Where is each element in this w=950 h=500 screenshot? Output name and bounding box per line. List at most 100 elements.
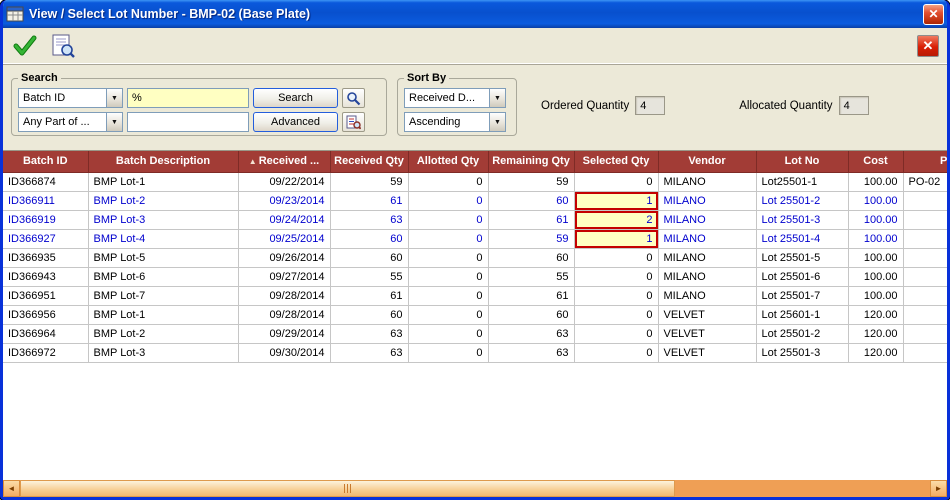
cell-remaining_qty[interactable]: 63 <box>488 324 574 343</box>
table-row[interactable]: ID366935BMP Lot-509/26/2014600600MILANOL… <box>3 248 947 267</box>
report-preview-button[interactable] <box>49 32 77 60</box>
cell-remaining_qty[interactable]: 59 <box>488 229 574 248</box>
column-header-received_qty[interactable]: Received Qty <box>330 151 408 172</box>
table-row[interactable]: ID366927BMP Lot-409/25/2014600591MILANOL… <box>3 229 947 248</box>
search-value-input-2[interactable] <box>127 112 249 132</box>
cell-po[interactable] <box>903 248 947 267</box>
cell-po[interactable] <box>903 267 947 286</box>
table-row[interactable]: ID366956BMP Lot-109/28/2014600600VELVETL… <box>3 305 947 324</box>
advanced-search-button[interactable] <box>342 112 365 132</box>
column-header-po[interactable]: PO <box>903 151 947 172</box>
table-row[interactable]: ID366972BMP Lot-309/30/2014630630VELVETL… <box>3 343 947 362</box>
cell-received_qty[interactable]: 61 <box>330 191 408 210</box>
cell-selected_qty[interactable]: 0 <box>574 305 658 324</box>
cell-received_date[interactable]: 09/27/2014 <box>238 267 330 286</box>
column-header-batch_id[interactable]: Batch ID <box>3 151 88 172</box>
table-row[interactable]: ID366911BMP Lot-209/23/2014610601MILANOL… <box>3 191 947 210</box>
cell-lot_no[interactable]: Lot 25501-6 <box>756 267 848 286</box>
cell-cost[interactable]: 100.00 <box>848 210 903 229</box>
cell-cost[interactable]: 120.00 <box>848 324 903 343</box>
cell-selected_qty[interactable]: 1 <box>574 191 658 210</box>
cell-received_qty[interactable]: 60 <box>330 305 408 324</box>
column-header-batch_desc[interactable]: Batch Description <box>88 151 238 172</box>
cell-lot_no[interactable]: Lot 25501-5 <box>756 248 848 267</box>
sort-field-combo[interactable]: Received D... ▼ <box>404 88 506 108</box>
column-header-cost[interactable]: Cost <box>848 151 903 172</box>
cell-allotted_qty[interactable]: 0 <box>408 305 488 324</box>
cell-cost[interactable]: 120.00 <box>848 305 903 324</box>
cell-selected_qty[interactable]: 0 <box>574 343 658 362</box>
cell-remaining_qty[interactable]: 55 <box>488 267 574 286</box>
cell-batch_id[interactable]: ID366964 <box>3 324 88 343</box>
cell-po[interactable] <box>903 305 947 324</box>
cell-vendor[interactable]: MILANO <box>658 191 756 210</box>
cell-received_qty[interactable]: 63 <box>330 210 408 229</box>
cell-lot_no[interactable]: Lot 25501-3 <box>756 210 848 229</box>
cell-batch_id[interactable]: ID366956 <box>3 305 88 324</box>
cell-po[interactable] <box>903 191 947 210</box>
chevron-down-icon[interactable]: ▼ <box>106 89 122 107</box>
cell-remaining_qty[interactable]: 60 <box>488 191 574 210</box>
cell-selected_qty[interactable]: 1 <box>574 229 658 248</box>
search-match-combo[interactable]: Any Part of ... ▼ <box>18 112 123 132</box>
horizontal-scrollbar[interactable]: ◄ ► <box>3 480 947 497</box>
cell-allotted_qty[interactable]: 0 <box>408 191 488 210</box>
cell-vendor[interactable]: MILANO <box>658 172 756 191</box>
cell-remaining_qty[interactable]: 60 <box>488 248 574 267</box>
column-header-selected_qty[interactable]: Selected Qty <box>574 151 658 172</box>
cell-remaining_qty[interactable]: 59 <box>488 172 574 191</box>
cell-batch_id[interactable]: ID366943 <box>3 267 88 286</box>
search-go-button[interactable] <box>342 88 365 108</box>
column-header-received_date[interactable]: ▲Received ... <box>238 151 330 172</box>
cell-po[interactable] <box>903 343 947 362</box>
column-header-remaining_qty[interactable]: Remaining Qty <box>488 151 574 172</box>
cell-batch_id[interactable]: ID366935 <box>3 248 88 267</box>
cell-cost[interactable]: 120.00 <box>848 343 903 362</box>
cell-received_qty[interactable]: 63 <box>330 343 408 362</box>
search-value-input[interactable] <box>127 88 249 108</box>
cell-received_qty[interactable]: 60 <box>330 248 408 267</box>
cell-lot_no[interactable]: Lot 25501-4 <box>756 229 848 248</box>
cell-batch_id[interactable]: ID366972 <box>3 343 88 362</box>
cell-selected_qty[interactable]: 0 <box>574 267 658 286</box>
cell-allotted_qty[interactable]: 0 <box>408 324 488 343</box>
cell-po[interactable] <box>903 229 947 248</box>
cell-received_date[interactable]: 09/23/2014 <box>238 191 330 210</box>
cancel-button[interactable]: ✕ <box>917 35 939 57</box>
scroll-right-button[interactable]: ► <box>930 480 947 497</box>
cell-selected_qty[interactable]: 2 <box>574 210 658 229</box>
cell-batch_id[interactable]: ID366919 <box>3 210 88 229</box>
cell-selected_qty[interactable]: 0 <box>574 172 658 191</box>
cell-lot_no[interactable]: Lot 25601-1 <box>756 305 848 324</box>
cell-selected_qty[interactable]: 0 <box>574 248 658 267</box>
cell-selected_qty[interactable]: 0 <box>574 286 658 305</box>
cell-lot_no[interactable]: Lot25501-1 <box>756 172 848 191</box>
column-header-allotted_qty[interactable]: Allotted Qty <box>408 151 488 172</box>
column-header-lot_no[interactable]: Lot No <box>756 151 848 172</box>
cell-allotted_qty[interactable]: 0 <box>408 286 488 305</box>
cell-po[interactable] <box>903 324 947 343</box>
cell-batch_desc[interactable]: BMP Lot-1 <box>88 305 238 324</box>
scrollbar-track[interactable] <box>20 480 930 497</box>
cell-allotted_qty[interactable]: 0 <box>408 343 488 362</box>
cell-batch_id[interactable]: ID366951 <box>3 286 88 305</box>
cell-batch_desc[interactable]: BMP Lot-3 <box>88 343 238 362</box>
cell-received_date[interactable]: 09/26/2014 <box>238 248 330 267</box>
cell-received_qty[interactable]: 60 <box>330 229 408 248</box>
cell-allotted_qty[interactable]: 0 <box>408 267 488 286</box>
cell-allotted_qty[interactable]: 0 <box>408 172 488 191</box>
table-row[interactable]: ID366964BMP Lot-209/29/2014630630VELVETL… <box>3 324 947 343</box>
cell-cost[interactable]: 100.00 <box>848 248 903 267</box>
cell-cost[interactable]: 100.00 <box>848 172 903 191</box>
table-row[interactable]: ID366943BMP Lot-609/27/2014550550MILANOL… <box>3 267 947 286</box>
advanced-button[interactable]: Advanced <box>253 112 338 132</box>
cell-batch_id[interactable]: ID366911 <box>3 191 88 210</box>
cell-allotted_qty[interactable]: 0 <box>408 248 488 267</box>
cell-vendor[interactable]: MILANO <box>658 267 756 286</box>
cell-received_qty[interactable]: 59 <box>330 172 408 191</box>
cell-lot_no[interactable]: Lot 25501-2 <box>756 324 848 343</box>
cell-received_qty[interactable]: 63 <box>330 324 408 343</box>
table-row[interactable]: ID366951BMP Lot-709/28/2014610610MILANOL… <box>3 286 947 305</box>
scrollbar-thumb[interactable] <box>20 480 675 497</box>
chevron-down-icon[interactable]: ▼ <box>106 113 122 131</box>
